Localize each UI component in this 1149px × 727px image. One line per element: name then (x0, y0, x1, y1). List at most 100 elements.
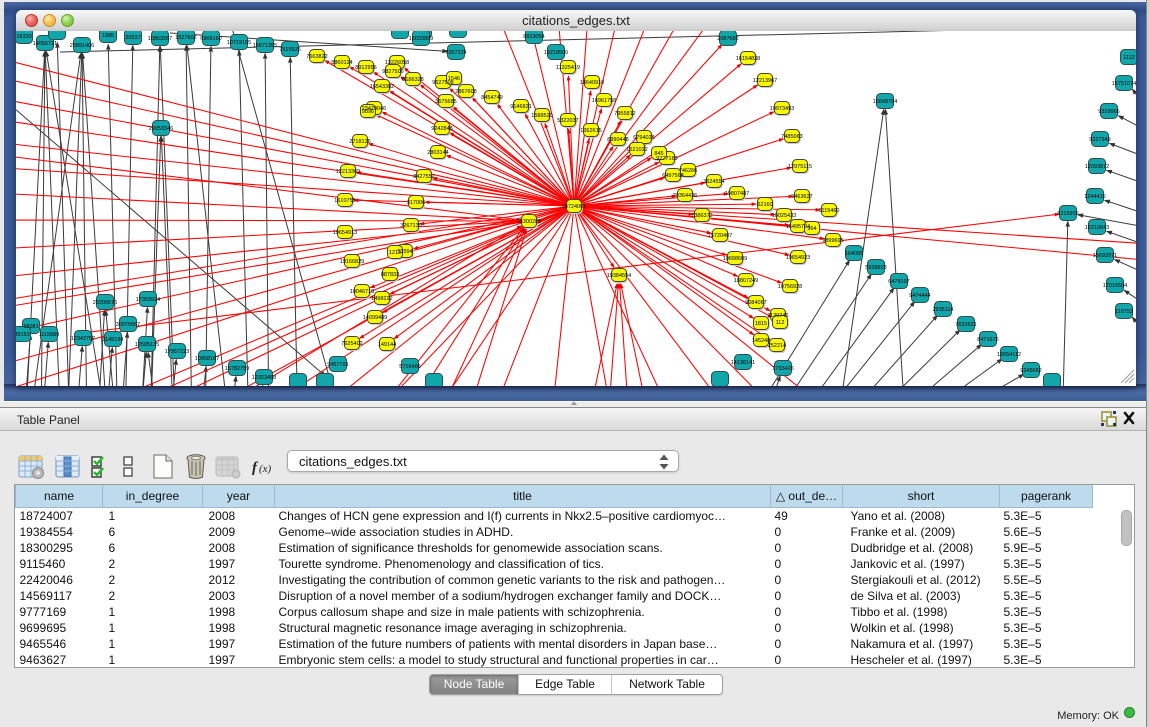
svg-text:9146821: 9146821 (510, 104, 531, 110)
svg-text:12213967: 12213967 (753, 78, 777, 84)
svg-text:12093872: 12093872 (1085, 164, 1109, 170)
svg-text:7632621: 7632621 (955, 322, 976, 328)
svg-text:9474444: 9474444 (909, 293, 930, 299)
svg-text:8860124: 8860124 (331, 60, 352, 66)
svg-text:39153: 39153 (16, 332, 30, 338)
svg-text:17359924: 17359924 (136, 297, 160, 303)
svg-text:f: f (252, 460, 259, 476)
svg-text:19654913: 19654913 (333, 230, 357, 236)
svg-text:1115689: 1115689 (39, 332, 60, 338)
svg-text:16154838: 16154838 (736, 56, 760, 62)
svg-text:8471676: 8471676 (977, 337, 998, 343)
svg-text:3267130: 3267130 (400, 223, 421, 229)
svg-text:12213369: 12213369 (336, 169, 360, 175)
svg-text:10807487: 10807487 (725, 191, 749, 197)
svg-text:9329966: 9329966 (1098, 109, 1119, 115)
svg-text:1213: 1213 (389, 250, 401, 256)
svg-text:3624554: 3624554 (703, 179, 724, 185)
svg-text:7386372: 7386372 (691, 213, 712, 219)
svg-text:112: 112 (776, 320, 785, 326)
svg-text:7625402: 7625402 (341, 341, 362, 347)
svg-text:9896: 9896 (362, 109, 374, 115)
svg-text:116753: 116753 (1115, 309, 1133, 315)
svg-text:8427552: 8427552 (413, 174, 434, 180)
svg-text:1145194: 1145194 (102, 337, 123, 343)
svg-text:1527602: 1527602 (175, 35, 196, 41)
svg-text:25300285: 25300285 (517, 219, 541, 225)
svg-text:1498222: 1498222 (371, 296, 392, 302)
svg-text:10654112: 10654112 (997, 352, 1021, 358)
svg-text:19218506: 19218506 (544, 50, 568, 56)
svg-text:252214: 252214 (768, 343, 786, 349)
svg-text:887833: 887833 (381, 272, 399, 278)
svg-text:8454749: 8454749 (481, 95, 502, 101)
svg-text:3675685: 3675685 (435, 99, 456, 105)
svg-text:16671355: 16671355 (253, 43, 277, 49)
svg-text:2803144: 2803144 (427, 150, 448, 156)
svg-text:1621022: 1621022 (626, 147, 647, 153)
svg-text:14136141: 14136141 (731, 360, 755, 366)
svg-text:12323488: 12323488 (252, 375, 276, 381)
svg-text:18640910: 18640910 (580, 80, 604, 86)
svg-text:9242848: 9242848 (431, 126, 452, 132)
svg-text:17957223: 17957223 (165, 349, 189, 355)
svg-text:9227349: 9227349 (1089, 137, 1110, 143)
svg-text:17016504: 17016504 (1103, 283, 1127, 289)
svg-text:19384554: 19384554 (607, 273, 631, 279)
svg-text:1120746: 1120746 (767, 313, 788, 319)
svg-text:10025433: 10025433 (772, 213, 796, 219)
svg-text:7357224: 7357224 (445, 50, 466, 56)
svg-text:20537: 20537 (125, 35, 140, 41)
svg-text:12975115: 12975115 (788, 164, 812, 170)
svg-text:20364436: 20364436 (673, 193, 697, 199)
svg-text:9115460: 9115460 (818, 208, 839, 214)
svg-text:6497568: 6497568 (662, 173, 683, 179)
svg-text:19166829: 19166829 (340, 259, 364, 265)
svg-text:10958187: 10958187 (195, 356, 219, 362)
svg-text:7485063: 7485063 (781, 134, 802, 140)
svg-text:8215955: 8215955 (1057, 211, 1078, 217)
svg-text:1815: 1815 (755, 321, 767, 327)
svg-text:9084067: 9084067 (745, 300, 766, 306)
svg-text:16210643: 16210643 (1085, 225, 1109, 231)
svg-text:10688609: 10688609 (723, 256, 747, 262)
svg-text:164095: 164095 (845, 251, 863, 257)
svg-text:9827506: 9827506 (382, 69, 403, 75)
svg-text:16543382: 16543382 (370, 84, 394, 90)
svg-text:20891406: 20891406 (70, 43, 94, 49)
svg-text:2718126: 2718126 (349, 139, 370, 145)
svg-text:5716485: 5716485 (399, 364, 420, 370)
svg-text:2087682: 2087682 (717, 36, 738, 42)
svg-text:15692971: 15692971 (1093, 253, 1117, 259)
svg-text:1733426: 1733426 (772, 366, 793, 372)
svg-text:9245652: 9245652 (1020, 368, 1041, 374)
svg-text:14055721: 14055721 (33, 41, 57, 47)
svg-text:10756928: 10756928 (778, 284, 802, 290)
svg-text:6479197: 6479197 (888, 279, 909, 285)
svg-text:1588520: 1588520 (531, 113, 552, 119)
svg-text:16782759: 16782759 (225, 366, 249, 372)
svg-text:62160: 62160 (757, 202, 772, 208)
svg-text:10719155: 10719155 (227, 40, 251, 46)
svg-text:15081: 15081 (23, 324, 38, 330)
svg-text:12342757: 12342757 (71, 336, 95, 342)
svg-text:9463627: 9463627 (791, 194, 812, 200)
svg-text:8912956: 8912956 (355, 65, 376, 71)
svg-text:9457791: 9457791 (327, 362, 348, 368)
svg-text:6794028: 6794028 (633, 135, 654, 141)
svg-text:7663822: 7663822 (306, 54, 327, 60)
svg-text:10046718: 10046718 (350, 289, 374, 295)
svg-text:19654923: 19654923 (786, 255, 810, 261)
svg-text:5938923: 5938923 (865, 265, 886, 271)
svg-text:29053346: 29053346 (149, 126, 173, 132)
svg-text:20206576: 20206576 (93, 300, 117, 306)
svg-text:7955812: 7955812 (614, 111, 635, 117)
svg-text:10853267: 10853267 (148, 36, 172, 42)
svg-text:9899695: 9899695 (822, 238, 843, 244)
svg-text:7515526: 7515526 (279, 47, 300, 53)
svg-text:1610755: 1610755 (334, 198, 355, 204)
svg-text:8990448: 8990448 (607, 137, 628, 143)
svg-text:13226058: 13226058 (385, 60, 409, 66)
svg-text:1546: 1546 (448, 76, 460, 82)
svg-text:6966160: 6966160 (200, 36, 221, 42)
